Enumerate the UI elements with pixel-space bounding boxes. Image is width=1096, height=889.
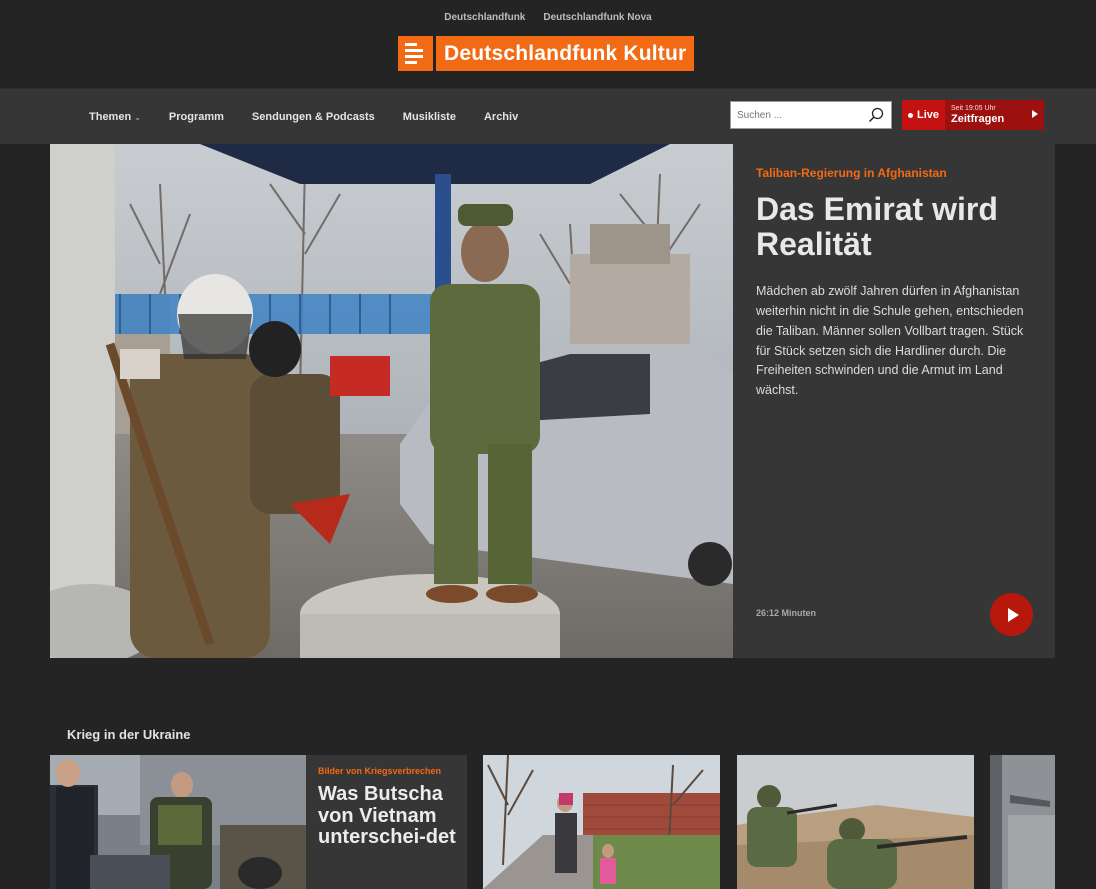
live-info: Seit 19:05 Uhr Zeitfragen [945,105,1004,126]
chevron-down-icon: ⌄ [134,112,141,122]
live-time: Seit 19:05 Uhr [951,104,996,112]
live-badge: Live [902,100,946,130]
hero-kicker[interactable]: Taliban-Regierung in Afghanistan [756,166,1036,180]
main-navigation: Themen ⌄ Programm Sendungen & Podcasts Mu… [0,88,1096,144]
link-deutschlandfunk[interactable]: Deutschlandfunk [444,12,525,23]
sister-links: Deutschlandfunk Deutschlandfunk Nova [0,12,1096,23]
teaser-card-image-3[interactable] [737,755,974,889]
logo-icon [398,36,433,71]
link-deutschlandfunk-nova[interactable]: Deutschlandfunk Nova [543,12,651,23]
teaser-card-image-4[interactable] [990,755,1055,889]
play-button[interactable] [990,593,1033,636]
site-logo[interactable]: Deutschlandfunk Kultur [398,36,695,71]
hero-teaser-text: Mädchen ab zwölf Jahren dürfen in Afghan… [756,284,1024,398]
search-box [730,101,892,129]
nav-item-archiv[interactable]: Archiv [484,111,518,123]
teaser-title[interactable]: Was Butscha von Vietnam unterschei-det [318,783,463,849]
nav-item-themen[interactable]: Themen ⌄ [89,111,141,123]
live-show: Zeitfragen [951,112,1005,125]
top-bar: Deutschlandfunk Deutschlandfunk Nova Deu… [0,0,1096,88]
teaser-card-image-2[interactable] [483,755,720,889]
live-label: Live [917,109,940,121]
hero-teaser[interactable]: Taliban-Regierung in Afghanistan Das Emi… [50,144,1055,658]
nav-item-musikliste[interactable]: Musikliste [403,111,456,123]
hero-text: Taliban-Regierung in Afghanistan Das Emi… [756,166,1036,401]
teaser-kicker[interactable]: Bilder von Kriegsverbrechen [318,766,463,776]
teaser-image[interactable] [50,755,306,889]
nav-menu: Themen ⌄ Programm Sendungen & Podcasts Mu… [89,89,518,145]
live-dot-icon [908,112,913,118]
play-icon [1007,607,1019,622]
teaser-text: Bilder von Kriegsverbrechen Was Butscha … [318,766,463,849]
nav-item-programm[interactable]: Programm [169,111,224,123]
hero-image[interactable] [50,144,733,658]
live-player-button[interactable]: Live Seit 19:05 Uhr Zeitfragen [902,100,1044,130]
arrow-right-icon [1032,110,1038,118]
search-icon[interactable] [868,107,884,123]
section-title[interactable]: Krieg in der Ukraine [67,727,191,742]
nav-item-label: Themen [89,111,132,123]
audio-duration: 26:12 Minuten [756,608,817,618]
hero-headline[interactable]: Das Emirat wird Realität [756,191,1036,262]
teaser-card-butscha[interactable]: Bilder von Kriegsverbrechen Was Butscha … [50,755,467,889]
search-input[interactable] [731,102,861,128]
nav-item-sendungen-podcasts[interactable]: Sendungen & Podcasts [252,111,375,123]
logo-text: Deutschlandfunk Kultur [436,36,695,71]
